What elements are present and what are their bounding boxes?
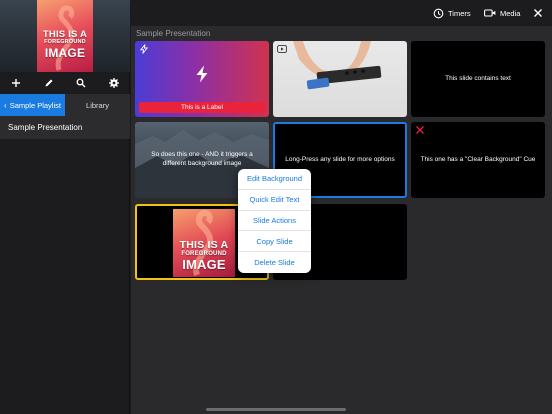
sidebar-toolbar [0,72,130,94]
preview-poster-line-3: IMAGE [44,46,86,60]
edit-button[interactable] [39,73,59,93]
settings-button[interactable] [104,73,124,93]
quick-edit-text-menu-item[interactable]: Quick Edit Text [238,190,311,211]
delete-slide-menu-item[interactable]: Delete Slide [238,252,311,273]
slides-grid: Sample Presentation This is a Label This… [131,26,552,414]
top-bar: Timers Media [131,0,552,26]
add-button[interactable] [6,73,26,93]
slide-3[interactable]: This slide contains text [411,41,545,117]
edit-background-menu-item[interactable]: Edit Background [238,169,311,190]
preview-poster: THIS IS A FOREGROUND IMAGE [37,0,93,72]
tab-library[interactable]: Library [65,94,130,116]
slide-actions-menu-item[interactable]: Slide Actions [238,211,311,232]
slide-2[interactable] [273,41,407,117]
clock-icon [433,8,444,18]
lightning-bolt-icon [196,65,208,83]
tab-playlist-label: Sample Playlist [9,100,61,110]
presentation-list-item[interactable]: Sample Presentation [0,116,130,139]
preview-poster-line-2: FOREGROUND [44,39,86,45]
slide-label-text: This is a Label [181,104,223,111]
plus-icon [12,79,21,87]
home-indicator[interactable] [206,408,346,411]
sidebar-tabs: ‹ Sample Playlist Library [0,94,130,116]
slide-6[interactable]: This one has a "Clear Background" Cue [411,122,545,198]
slide-context-menu: Edit Background Quick Edit Text Slide Ac… [238,169,311,273]
timers-label: Timers [448,8,471,18]
media-button[interactable]: Media [484,7,520,19]
video-thumbnail-image [293,41,382,90]
slide-7-poster-line-1: THIS IS A [179,239,229,251]
presentation-list-item-label: Sample Presentation [8,123,83,132]
presentation-title: Sample Presentation [136,29,211,38]
media-label: Media [500,8,521,18]
slide-3-text: This slide contains text [445,74,511,82]
timers-button[interactable]: Timers [433,7,471,19]
slide-6-text: This one has a "Clear Background" Cue [420,155,536,163]
sidebar: THIS IS A FOREGROUND IMAGE ‹ Sample Play [0,0,130,414]
tab-library-label: Library [86,100,109,110]
close-button[interactable] [533,7,543,19]
copy-slide-menu-item[interactable]: Copy Slide [238,231,311,253]
chevron-left-icon: ‹ [4,100,7,110]
current-slide-preview[interactable]: THIS IS A FOREGROUND IMAGE [0,0,130,72]
lightning-icon [139,44,149,54]
slide-label: This is a Label [139,102,265,113]
slide-1[interactable]: This is a Label [135,41,269,117]
tab-playlist[interactable]: ‹ Sample Playlist [0,94,65,116]
slide-7-poster: THIS IS A FOREGROUND IMAGE [173,209,235,277]
gear-icon [108,78,119,88]
pencil-icon [45,79,53,87]
close-icon [534,9,542,17]
video-camera-icon [484,9,496,17]
slide-7-poster-line-3: IMAGE [182,257,226,272]
video-icon [277,45,287,53]
search-icon [76,78,86,88]
app-window: THIS IS A FOREGROUND IMAGE ‹ Sample Play [0,0,552,414]
search-button[interactable] [71,73,91,93]
